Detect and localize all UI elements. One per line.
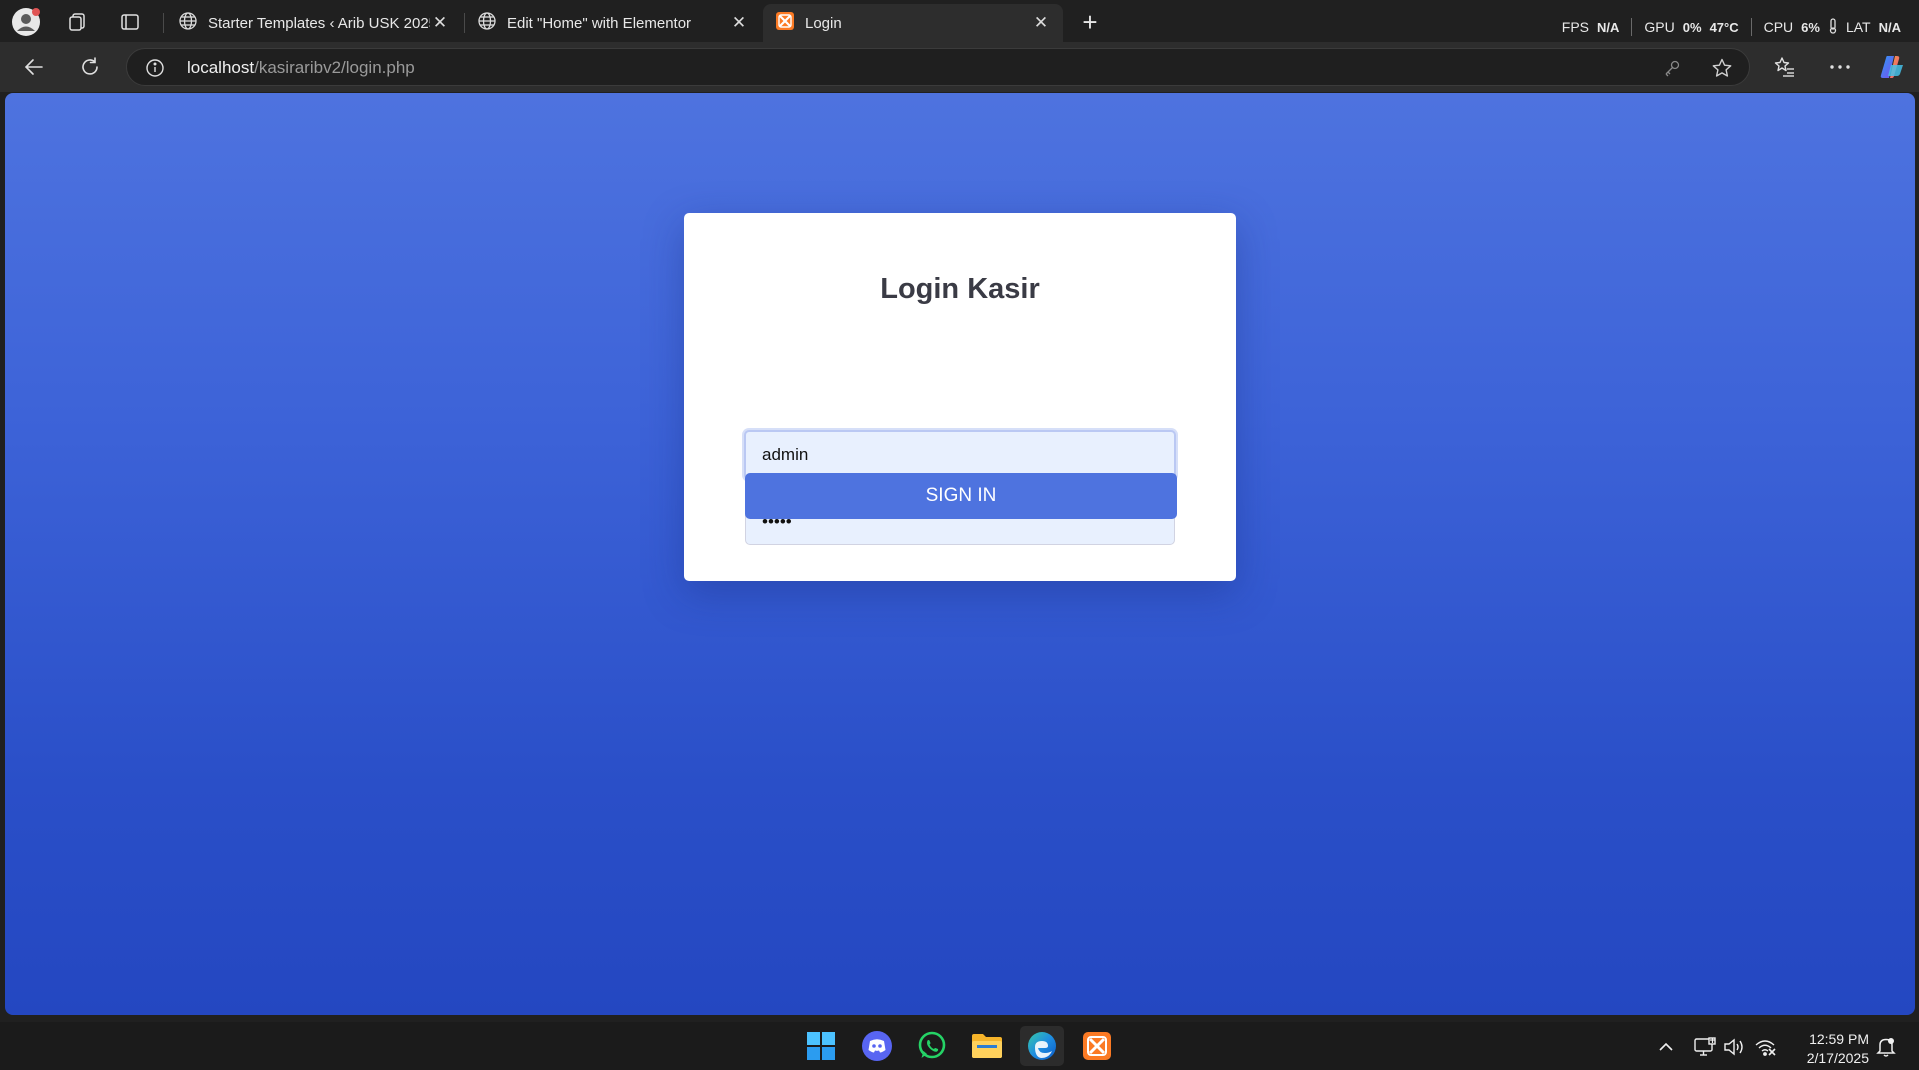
lat-label: LAT (1845, 19, 1871, 35)
cpu-value: 6% (1801, 19, 1820, 35)
more-menu-icon[interactable] (1822, 49, 1858, 85)
clock-date: 2/17/2025 (1806, 1050, 1869, 1066)
new-tab-button[interactable]: + (1072, 4, 1108, 40)
url-host: localhost (187, 58, 255, 77)
lat-value: N/A (1878, 19, 1901, 35)
windows-taskbar: 12:59 PM 2/17/2025 (0, 1022, 1919, 1070)
favorite-star-icon[interactable] (1711, 57, 1733, 79)
tab-elementor[interactable]: Edit "Home" with Elementor ✕ (465, 4, 761, 42)
page-title: Login Kasir (880, 273, 1040, 305)
tab-title: Starter Templates ‹ Arib USK 2025 (208, 14, 430, 32)
file-explorer-icon[interactable] (965, 1026, 1009, 1066)
refresh-button[interactable] (72, 49, 108, 85)
back-button[interactable] (16, 49, 52, 85)
network-icon[interactable] (1754, 1036, 1776, 1058)
url-text[interactable]: localhost/kasiraribv2/login.php (187, 58, 415, 78)
gpu-value: 0% (1682, 19, 1702, 35)
key-icon[interactable] (1661, 57, 1683, 79)
globe-icon (178, 11, 198, 35)
favorites-button[interactable] (1767, 49, 1803, 85)
windows-start-icon[interactable] (799, 1026, 843, 1066)
close-icon[interactable]: ✕ (430, 13, 450, 33)
cpu-label: CPU (1763, 19, 1794, 35)
fps-label: FPS (1561, 19, 1590, 35)
page-viewport: Login Kasir SIGN IN (5, 93, 1915, 1015)
clock-time: 12:59 PM (1809, 1031, 1869, 1047)
browser-toolbar: localhost/kasiraribv2/login.php (0, 42, 1919, 92)
tab-title: Edit "Home" with Elementor (507, 14, 692, 32)
performance-overlay: FPS N/A GPU 0% 47°C CPU 6% LAT N/A (1562, 17, 1901, 37)
gpu-label: GPU (1644, 19, 1675, 35)
sign-in-button[interactable]: SIGN IN (745, 473, 1177, 519)
profile-icon[interactable] (8, 4, 44, 40)
xampp-icon (775, 11, 795, 35)
xampp-icon[interactable] (1075, 1026, 1119, 1066)
discord-icon[interactable] (855, 1026, 899, 1066)
workspaces-icon[interactable] (59, 4, 95, 40)
gpu-temp: 47°C (1709, 19, 1739, 35)
address-bar[interactable]: localhost/kasiraribv2/login.php (126, 48, 1750, 86)
tab-starter-templates[interactable]: Starter Templates ‹ Arib USK 2025 ✕ (166, 4, 462, 42)
close-icon[interactable]: ✕ (729, 13, 749, 33)
edge-icon[interactable] (1020, 1026, 1064, 1066)
notification-bell-icon[interactable] (1875, 1036, 1897, 1058)
site-info-icon[interactable] (145, 58, 165, 78)
fps-value: N/A (1597, 19, 1620, 35)
whatsapp-icon[interactable] (910, 1026, 954, 1066)
volume-icon[interactable] (1723, 1036, 1745, 1058)
tab-strip: Starter Templates ‹ Arib USK 2025 ✕ Edit… (0, 0, 1919, 42)
tab-actions-icon[interactable] (112, 4, 148, 40)
url-path: /kasiraribv2/login.php (254, 58, 415, 77)
system-clock[interactable]: 12:59 PM 2/17/2025 (1807, 1030, 1869, 1068)
copilot-icon[interactable] (1874, 49, 1910, 85)
globe-icon (477, 11, 497, 35)
thermometer-icon (1828, 17, 1838, 37)
chevron-up-icon[interactable] (1655, 1036, 1677, 1058)
tab-title: Login (805, 14, 842, 32)
tab-login[interactable]: Login ✕ (763, 4, 1063, 42)
close-icon[interactable]: ✕ (1031, 13, 1051, 33)
display-icon[interactable] (1694, 1036, 1716, 1058)
login-card: Login Kasir SIGN IN (684, 213, 1236, 581)
